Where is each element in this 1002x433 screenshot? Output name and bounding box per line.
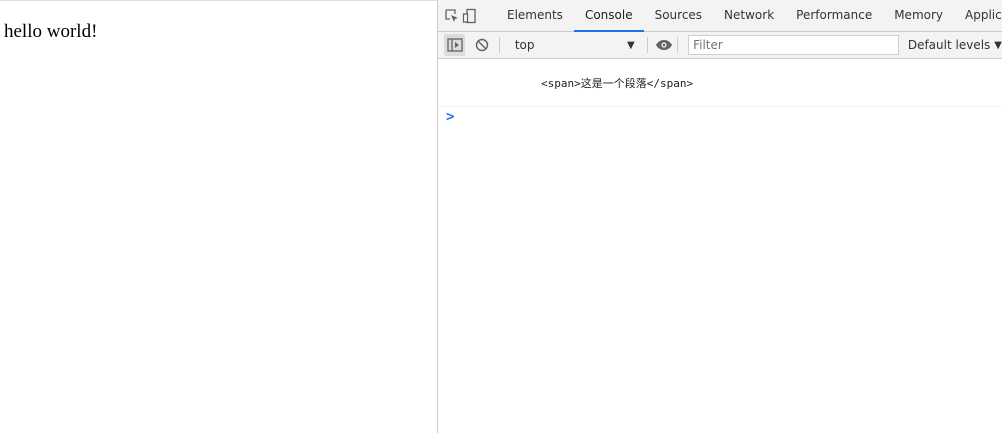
dropdown-arrow-icon: ▼ <box>627 39 635 51</box>
sidebar-toggle-icon[interactable] <box>444 34 466 56</box>
prompt-chevron-icon: > <box>446 109 455 125</box>
toolbar-divider <box>498 37 500 53</box>
context-selector[interactable]: top ▼ <box>506 38 641 52</box>
tab-network[interactable]: Network <box>713 0 785 32</box>
console-toolbar: top ▼ Default levels ▼ <box>438 32 1002 59</box>
tab-elements[interactable]: Elements <box>496 0 574 32</box>
rendered-page: hello world! <box>0 0 437 433</box>
clear-console-icon[interactable] <box>471 34 492 56</box>
tab-console[interactable]: Console <box>573 0 644 32</box>
console-filter-input[interactable] <box>688 35 899 55</box>
tab-application[interactable]: Applicatio <box>954 0 1002 32</box>
toolbar-divider <box>646 37 648 53</box>
live-expression-eye-icon[interactable] <box>654 34 675 56</box>
tab-sources[interactable]: Sources <box>644 0 713 32</box>
chevron-down-icon: ▼ <box>994 39 1002 51</box>
inspect-element-icon[interactable] <box>444 0 460 31</box>
device-toolbar-icon[interactable] <box>462 0 478 31</box>
toolbar-divider <box>677 37 679 53</box>
page-hello-text: hello world! <box>4 21 98 42</box>
log-levels-label: Default levels <box>907 38 991 52</box>
tab-memory[interactable]: Memory <box>883 0 954 32</box>
log-levels-dropdown[interactable]: Default levels ▼ <box>908 38 1002 52</box>
devtools-tabbar: Elements Console Sources Network Perform… <box>438 0 1002 32</box>
devtools-panel: Elements Console Sources Network Perform… <box>437 0 1002 433</box>
console-message: <span>这是一个段落</span> <box>438 59 1002 107</box>
context-selector-label: top <box>514 38 535 52</box>
console-message-text: <span>这是一个段落</span> <box>541 76 694 90</box>
console-prompt[interactable]: > <box>438 107 1002 127</box>
tab-performance[interactable]: Performance <box>785 0 883 32</box>
